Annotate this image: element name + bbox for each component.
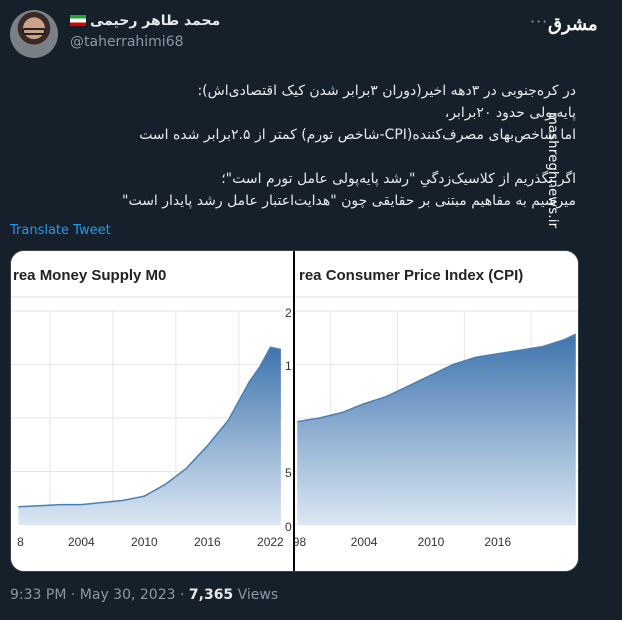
y-tick-label: 0	[285, 520, 292, 534]
x-tick-label: 8	[17, 535, 24, 549]
chart-title: rea Consumer Price Index (CPI)	[299, 267, 523, 284]
iran-flag-icon	[70, 15, 86, 26]
mashregh-logo-text: مشرق	[548, 14, 598, 35]
tweet-text: در کره‌جنوبی در ۳دهه اخیر(دوران ۳برابر ش…	[16, 80, 576, 212]
separator: ·	[70, 587, 80, 603]
author-handle[interactable]: @taherrahimi68	[70, 34, 184, 50]
series-area	[18, 347, 281, 525]
tweet-time[interactable]: 9:33 PM	[10, 587, 66, 603]
views-label: Views	[237, 587, 279, 603]
chart-title: rea Money Supply M0	[13, 267, 166, 284]
x-tick-label: 2016	[484, 535, 511, 549]
tweet-line: در کره‌جنوبی در ۳دهه اخیر(دوران ۳برابر ش…	[197, 83, 576, 99]
x-tick-label: 2004	[68, 535, 95, 549]
translate-tweet-link[interactable]: Translate Tweet	[10, 223, 111, 238]
tweet-line: اگر بگذریم از کلاسیک‌زدگیِ "رشد پایه‌پول…	[221, 171, 576, 187]
tweet-footer: 9:33 PM · May 30, 2023 · 7,365 Views	[10, 587, 278, 603]
tweet-line: میرسیم به مفاهیم مبتنی بر حقایقی چون "هد…	[122, 193, 576, 209]
avatar-glasses	[22, 28, 46, 35]
mashregh-logo: مشرق	[548, 14, 598, 46]
series-area	[297, 334, 576, 525]
x-tick-label: 2004	[351, 535, 378, 549]
watermark-site: mashreghnews.ir	[545, 12, 620, 612]
tweet-line: پایه‌پولی حدود ۲۰برابر،	[444, 105, 576, 121]
chart-image: rea Money Supply M0 8 2004 2010 2016 20220 5 1 2…	[11, 251, 578, 571]
x-tick-label: 2022	[257, 535, 284, 549]
x-tick-label: 2010	[131, 535, 158, 549]
display-name-text: محمد طاهر رحیمی	[90, 13, 221, 29]
more-options-icon[interactable]: ···	[530, 12, 548, 31]
x-tick-label: 2010	[418, 535, 445, 549]
tweet-line: اما شاخص‌بهای مصرف‌کننده(CPI-شاخص تورم) …	[139, 127, 576, 143]
y-tick-label: 2	[285, 306, 292, 320]
tweet-media[interactable]: rea Money Supply M0 8 2004 2010 2016 2022 0 5 1 2…	[10, 250, 579, 572]
tweet-date[interactable]: May 30, 2023	[80, 587, 176, 603]
avatar[interactable]	[10, 10, 58, 58]
views-count: 7,365	[188, 587, 234, 603]
author-display-name[interactable]: محمد طاهر رحیمی	[70, 13, 220, 29]
y-tick-label: 1	[285, 359, 292, 373]
separator: ·	[179, 587, 189, 603]
y-tick-label: 5	[285, 466, 292, 480]
x-tick-label: 2016	[194, 535, 221, 549]
